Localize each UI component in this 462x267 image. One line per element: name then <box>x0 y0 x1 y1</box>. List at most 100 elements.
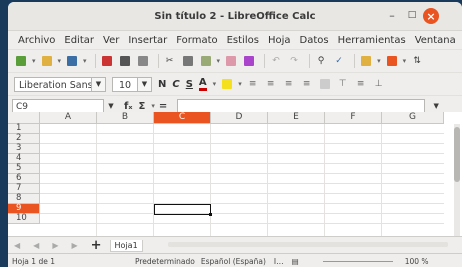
chevron-down-icon[interactable]: ▾ <box>238 80 242 88</box>
clear-formatting-icon[interactable] <box>242 55 256 67</box>
row-header-2[interactable]: 2 <box>8 134 40 144</box>
align-center-icon[interactable]: ≡ <box>264 78 278 90</box>
status-bar: Hoja 1 de 1 Predeterminado Español (Espa… <box>8 253 462 267</box>
menu-insertar[interactable]: Insertar <box>128 35 167 46</box>
menu-editar[interactable]: Editar <box>64 35 94 46</box>
save-icon[interactable] <box>65 55 79 67</box>
chevron-down-icon[interactable]: ▼ <box>92 76 106 92</box>
open-folder-icon[interactable] <box>40 55 54 67</box>
wrap-text-icon[interactable]: ≡ <box>300 78 314 90</box>
menu-ventana[interactable]: Ventana <box>415 35 456 46</box>
clone-formatting-icon[interactable] <box>224 55 238 67</box>
sum-icon[interactable]: Σ <box>138 101 145 112</box>
maximize-icon[interactable]: □ <box>405 8 419 22</box>
column-header-a[interactable]: A <box>40 112 97 124</box>
menu-ver[interactable]: Ver <box>103 35 119 46</box>
grid-line <box>40 203 444 204</box>
menu-formato[interactable]: Formato <box>176 35 217 46</box>
add-sheet-icon[interactable]: + <box>91 238 102 253</box>
export-pdf-icon[interactable] <box>100 55 114 67</box>
cell-cursor[interactable] <box>154 204 211 215</box>
column-header-g[interactable]: G <box>382 112 444 124</box>
font-color-icon[interactable]: A <box>198 77 207 91</box>
zoom-slider[interactable] <box>322 260 393 262</box>
row-header-8[interactable]: 8 <box>8 194 40 204</box>
paste-icon[interactable] <box>199 55 213 67</box>
underline-icon[interactable]: S <box>186 79 193 90</box>
chevron-down-icon[interactable]: ▾ <box>83 57 87 65</box>
sort-icon[interactable]: ⇅ <box>410 55 424 67</box>
cut-icon[interactable]: ✂ <box>163 55 177 67</box>
grid-line <box>40 173 444 174</box>
align-top-icon[interactable]: ⊤ <box>336 78 350 90</box>
grid-line <box>210 124 211 236</box>
row-header-10[interactable]: 10 <box>8 214 40 224</box>
copy-icon[interactable] <box>181 55 195 67</box>
selection-mode-icon[interactable]: I… <box>274 257 284 266</box>
highlight-color-icon[interactable] <box>220 78 234 90</box>
chevron-down-icon[interactable]: ▾ <box>377 57 381 65</box>
vertical-scrollbar[interactable] <box>454 124 460 236</box>
language[interactable]: Español (España) <box>201 257 266 266</box>
align-left-icon[interactable]: ≡ <box>246 78 260 90</box>
menu-estilos[interactable]: Estilos <box>227 35 259 46</box>
row-header-7[interactable]: 7 <box>8 184 40 194</box>
column-header-e[interactable]: E <box>268 112 325 124</box>
horizontal-scrollbar[interactable] <box>168 242 448 247</box>
first-sheet-icon[interactable]: ◀ <box>14 241 20 250</box>
font-name-input[interactable]: Liberation Sans <box>14 76 92 92</box>
print-icon[interactable] <box>118 55 132 67</box>
fill-handle[interactable] <box>209 213 212 216</box>
grid-line <box>40 193 444 194</box>
chevron-down-icon[interactable]: ▾ <box>217 57 221 65</box>
merge-cells-icon[interactable] <box>318 78 332 90</box>
corner-select-all[interactable] <box>8 112 40 124</box>
row-icon[interactable] <box>359 55 373 67</box>
zoom-value[interactable]: 100 % <box>405 257 429 266</box>
undo-icon[interactable]: ↶ <box>269 55 283 67</box>
align-bottom-icon[interactable]: ⊥ <box>372 78 386 90</box>
menu-archivo[interactable]: Archivo <box>18 35 55 46</box>
row-header-5[interactable]: 5 <box>8 164 40 174</box>
menu-herramientas[interactable]: Herramientas <box>338 35 406 46</box>
menu-datos[interactable]: Datos <box>300 35 329 46</box>
last-sheet-icon[interactable]: ▶ <box>71 241 77 250</box>
font-size-input[interactable]: 10 <box>112 76 138 92</box>
chevron-down-icon[interactable]: ▾ <box>213 80 217 88</box>
column-header-c[interactable]: C <box>154 112 211 124</box>
sheet-tab[interactable]: Hoja1 <box>109 239 143 252</box>
chevron-down-icon[interactable]: ▼ <box>138 76 152 92</box>
bold-icon[interactable]: N <box>158 79 166 90</box>
chevron-down-icon[interactable]: ▾ <box>151 102 155 110</box>
row-header-3[interactable]: 3 <box>8 144 40 154</box>
close-icon[interactable]: × <box>423 8 439 24</box>
column-icon[interactable] <box>385 55 399 67</box>
row-header-6[interactable]: 6 <box>8 174 40 184</box>
align-middle-icon[interactable]: ≡ <box>354 78 368 90</box>
menu-hoja[interactable]: Hoja <box>268 35 291 46</box>
column-header-f[interactable]: F <box>325 112 382 124</box>
find-replace-icon[interactable]: ⚲ <box>314 55 328 67</box>
chevron-down-icon[interactable]: ▾ <box>403 57 407 65</box>
italic-icon[interactable]: C <box>172 79 179 90</box>
grid-line <box>324 124 325 236</box>
vertical-scroll-thumb[interactable] <box>454 127 460 182</box>
column-header-b[interactable]: B <box>97 112 154 124</box>
row-header-1[interactable]: 1 <box>8 124 40 134</box>
chevron-down-icon[interactable]: ▾ <box>32 57 36 65</box>
spelling-icon[interactable]: ✓ <box>332 55 346 67</box>
align-right-icon[interactable]: ≡ <box>282 78 296 90</box>
redo-icon[interactable]: ↷ <box>287 55 301 67</box>
new-document-icon[interactable] <box>14 55 28 67</box>
chevron-down-icon[interactable]: ▾ <box>58 57 62 65</box>
minimize-icon[interactable]: – <box>385 8 399 22</box>
print-preview-icon[interactable] <box>136 55 150 67</box>
next-sheet-icon[interactable]: ▶ <box>52 241 58 250</box>
previous-sheet-icon[interactable]: ◀ <box>33 241 39 250</box>
function-wizard-icon[interactable]: fₓ <box>124 101 132 112</box>
formula-icon[interactable]: = <box>159 101 167 112</box>
row-header-4[interactable]: 4 <box>8 154 40 164</box>
spreadsheet-grid[interactable]: A B C D E F G 1 2 3 4 5 6 7 8 9 10 <box>8 112 462 236</box>
column-header-d[interactable]: D <box>211 112 268 124</box>
page-style[interactable]: Predeterminado <box>135 257 195 266</box>
